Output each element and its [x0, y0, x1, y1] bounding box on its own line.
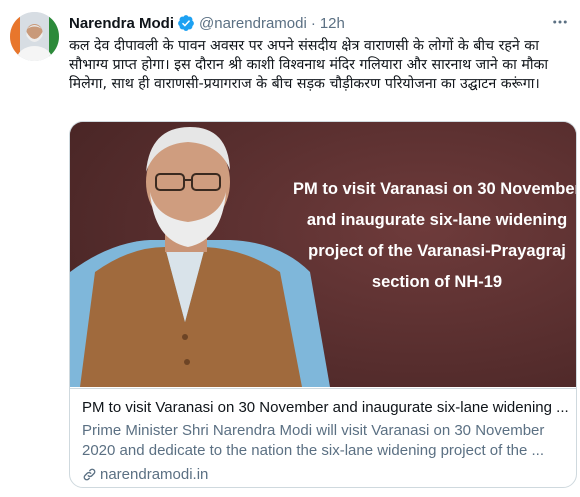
separator-dot: ·: [310, 14, 316, 32]
card-description: Prime Minister Shri Narendra Modi will v…: [82, 422, 545, 459]
link-preview-card[interactable]: PM to visit Varanasi on 30 November and …: [69, 121, 577, 488]
avatar-image: [10, 12, 59, 61]
card-image: PM to visit Varanasi on 30 November and …: [70, 122, 576, 387]
card-domain[interactable]: narendramodi.in: [82, 466, 208, 483]
author-name[interactable]: Narendra Modi: [69, 15, 174, 32]
tweet[interactable]: Narendra Modi @narendramodi · 12h कल देव…: [0, 0, 580, 497]
card-title: PM to visit Varanasi on 30 November and …: [82, 399, 569, 416]
author-avatar[interactable]: [10, 12, 59, 61]
tweet-timestamp[interactable]: 12h: [320, 15, 345, 32]
link-icon: [83, 468, 96, 481]
tweet-text: कल देव दीपावली के पावन अवसर पर अपने संसद…: [69, 38, 549, 93]
verified-badge-icon: [178, 15, 194, 31]
more-options-button[interactable]: [546, 8, 574, 36]
tweet-header: Narendra Modi @narendramodi · 12h: [69, 12, 345, 34]
card-meta: PM to visit Varanasi on 30 November and …: [70, 388, 576, 487]
more-horizontal-icon: [553, 20, 567, 24]
card-image-headline: PM to visit Varanasi on 30 November and …: [293, 180, 576, 291]
card-domain-text: narendramodi.in: [100, 466, 209, 483]
author-handle[interactable]: @narendramodi: [199, 15, 307, 32]
